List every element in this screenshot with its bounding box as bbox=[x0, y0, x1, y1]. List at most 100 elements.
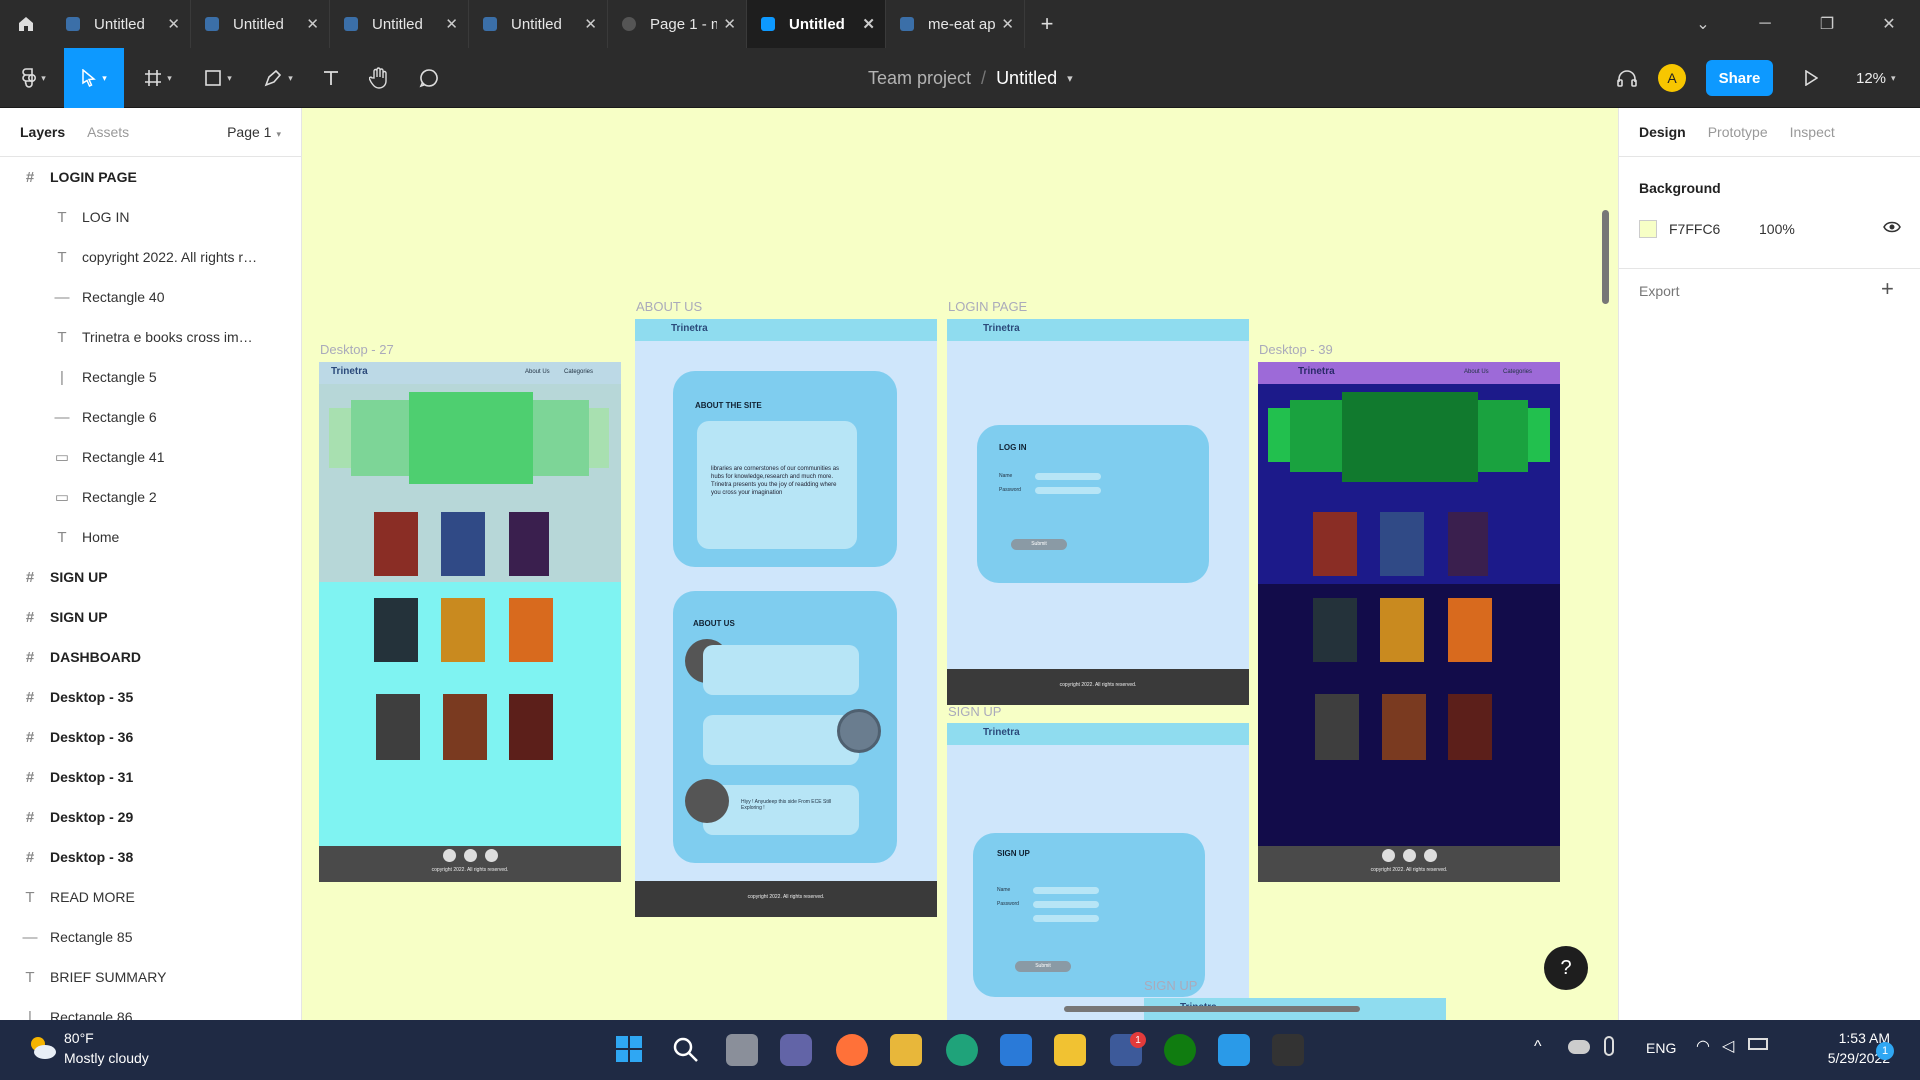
background-swatch[interactable] bbox=[1639, 220, 1657, 238]
tab-2[interactable]: Untitled ✕ bbox=[330, 0, 469, 48]
home-button[interactable] bbox=[0, 0, 52, 48]
layer-item[interactable]: — Rectangle 6 bbox=[0, 397, 301, 437]
new-tab-button[interactable]: + bbox=[1025, 0, 1069, 48]
tab-layers[interactable]: Layers bbox=[20, 124, 65, 140]
wifi-icon[interactable]: ◠ bbox=[1696, 1036, 1710, 1056]
firefox-icon[interactable] bbox=[836, 1034, 868, 1066]
help-button[interactable]: ? bbox=[1544, 946, 1588, 990]
chevron-down-icon[interactable]: ▾ bbox=[1067, 72, 1073, 85]
canvas[interactable]: Desktop - 27 Trinetra About Us Categorie… bbox=[302, 108, 1618, 1020]
layer-item[interactable]: — Rectangle 40 bbox=[0, 277, 301, 317]
task-view-icon[interactable] bbox=[726, 1034, 758, 1066]
close-tab-icon[interactable]: ✕ bbox=[584, 15, 597, 33]
visibility-toggle[interactable] bbox=[1883, 220, 1901, 239]
frame-label-login-page[interactable]: LOGIN PAGE bbox=[948, 299, 1027, 314]
notification-badge[interactable]: 1 bbox=[1876, 1042, 1894, 1060]
clock-time[interactable]: 1:53 AM bbox=[1790, 1030, 1890, 1046]
frame-desktop-39[interactable]: Trinetra About Us Categories copyright 2… bbox=[1258, 362, 1560, 882]
comment-tool[interactable] bbox=[414, 48, 444, 108]
layer-item[interactable]: # Desktop - 29 bbox=[0, 797, 301, 837]
figma-icon[interactable] bbox=[1272, 1034, 1304, 1066]
horizontal-scrollbar[interactable] bbox=[1064, 1006, 1360, 1012]
close-tab-icon[interactable]: ✕ bbox=[723, 15, 736, 33]
add-export-icon[interactable]: + bbox=[1881, 276, 1894, 302]
file-explorer-icon[interactable] bbox=[1054, 1034, 1086, 1066]
frame-label-desktop-27[interactable]: Desktop - 27 bbox=[320, 342, 394, 357]
chevron-up-icon[interactable]: ^ bbox=[1534, 1038, 1542, 1056]
clock-date[interactable]: 5/29/2022 bbox=[1790, 1050, 1890, 1066]
layer-item[interactable]: # SIGN UP bbox=[0, 597, 301, 637]
tab-list-chevron-icon[interactable]: ⌄ bbox=[1672, 0, 1734, 48]
close-tab-icon[interactable]: ✕ bbox=[306, 15, 319, 33]
background-opacity[interactable]: 100% bbox=[1759, 221, 1795, 237]
tab-design[interactable]: Design bbox=[1639, 124, 1686, 140]
layer-item[interactable]: | Rectangle 5 bbox=[0, 357, 301, 397]
frame-label-sign-up[interactable]: SIGN UP bbox=[948, 704, 1001, 719]
layer-item[interactable]: T Trinetra e books cross imagin... bbox=[0, 317, 301, 357]
main-menu-button[interactable]: ▾ bbox=[14, 48, 54, 108]
file-name[interactable]: Untitled bbox=[996, 68, 1057, 89]
tab-prototype[interactable]: Prototype bbox=[1708, 124, 1768, 140]
frame-label-about-us[interactable]: ABOUT US bbox=[636, 299, 702, 314]
hand-tool[interactable] bbox=[364, 48, 394, 108]
layer-item[interactable]: # SIGN UP bbox=[0, 557, 301, 597]
layer-item[interactable]: Tcopyright 2022. All rights rese... bbox=[0, 237, 301, 277]
shape-tool[interactable]: ▾ bbox=[196, 48, 240, 108]
layer-item[interactable]: # Desktop - 35 bbox=[0, 677, 301, 717]
present-button[interactable] bbox=[1796, 48, 1826, 108]
audio-button[interactable] bbox=[1612, 48, 1642, 108]
layer-item[interactable]: # Desktop - 38 bbox=[0, 837, 301, 877]
layer-item[interactable]: T BRIEF SUMMARY bbox=[0, 957, 301, 997]
frame-login-page[interactable]: Trinetra LOG IN Name Password Submit cop… bbox=[947, 319, 1249, 705]
zoom-control[interactable]: 12% ▾ bbox=[1856, 48, 1896, 108]
layer-item[interactable]: T READ MORE bbox=[0, 877, 301, 917]
layer-item[interactable]: ▭ Rectangle 2 bbox=[0, 477, 301, 517]
layer-item[interactable]: # LOGIN PAGE bbox=[0, 157, 301, 197]
vertical-scrollbar[interactable] bbox=[1602, 210, 1609, 304]
battery-icon[interactable] bbox=[1748, 1038, 1768, 1050]
pen-tool[interactable]: ▾ bbox=[256, 48, 300, 108]
vscode-icon[interactable] bbox=[1218, 1034, 1250, 1066]
chat-icon[interactable] bbox=[780, 1034, 812, 1066]
background-hex[interactable]: F7FFC6 bbox=[1669, 221, 1720, 237]
frame-about-us[interactable]: Trinetra ABOUT THE SITE libraries are co… bbox=[635, 319, 937, 917]
weather-widget[interactable] bbox=[26, 1032, 58, 1064]
tab-6[interactable]: me-eat app ✕ bbox=[886, 0, 1025, 48]
microphone-icon[interactable] bbox=[1604, 1036, 1614, 1056]
tab-5[interactable]: Untitled ✕ bbox=[747, 0, 886, 48]
search-button[interactable] bbox=[670, 1034, 702, 1066]
layer-item[interactable]: ▭ Rectangle 41 bbox=[0, 437, 301, 477]
close-tab-icon[interactable]: ✕ bbox=[167, 15, 180, 33]
tab-inspect[interactable]: Inspect bbox=[1790, 124, 1835, 140]
frame-tool[interactable]: ▾ bbox=[138, 48, 178, 108]
layer-item[interactable]: — Rectangle 85 bbox=[0, 917, 301, 957]
frame-desktop-27[interactable]: Trinetra About Us Categories copyright 2… bbox=[319, 362, 621, 882]
xbox-icon[interactable] bbox=[1164, 1034, 1196, 1066]
move-tool[interactable]: ▾ bbox=[64, 48, 124, 108]
layer-item[interactable]: T Home bbox=[0, 517, 301, 557]
layer-item[interactable]: # Desktop - 31 bbox=[0, 757, 301, 797]
layer-item[interactable]: # Desktop - 36 bbox=[0, 717, 301, 757]
frame-label-desktop-39[interactable]: Desktop - 39 bbox=[1259, 342, 1333, 357]
close-tab-icon[interactable]: ✕ bbox=[1001, 15, 1014, 33]
close-window-button[interactable]: ✕ bbox=[1858, 0, 1920, 48]
maximize-button[interactable]: ❐ bbox=[1796, 0, 1858, 48]
minimize-button[interactable]: ─ bbox=[1734, 0, 1796, 48]
close-tab-icon[interactable]: ✕ bbox=[445, 15, 458, 33]
frame-label-sign-up-2[interactable]: SIGN UP bbox=[1144, 978, 1197, 993]
tab-1[interactable]: Untitled ✕ bbox=[191, 0, 330, 48]
mail-icon[interactable] bbox=[1000, 1034, 1032, 1066]
team-name[interactable]: Team project bbox=[868, 68, 971, 89]
start-button[interactable] bbox=[614, 1034, 646, 1066]
tab-assets[interactable]: Assets bbox=[87, 124, 129, 140]
page-selector[interactable]: Page 1 ▾ bbox=[227, 124, 281, 140]
layer-item[interactable]: T LOG IN bbox=[0, 197, 301, 237]
avatar[interactable]: A bbox=[1658, 64, 1686, 92]
close-tab-icon[interactable]: ✕ bbox=[862, 15, 875, 33]
text-tool[interactable] bbox=[316, 48, 346, 108]
tab-4[interactable]: Page 1 - me-eat app ✕ bbox=[608, 0, 747, 48]
share-button[interactable]: Share bbox=[1706, 60, 1773, 96]
edge-icon[interactable] bbox=[946, 1034, 978, 1066]
onedrive-icon[interactable] bbox=[1568, 1040, 1590, 1054]
store-icon[interactable] bbox=[890, 1034, 922, 1066]
